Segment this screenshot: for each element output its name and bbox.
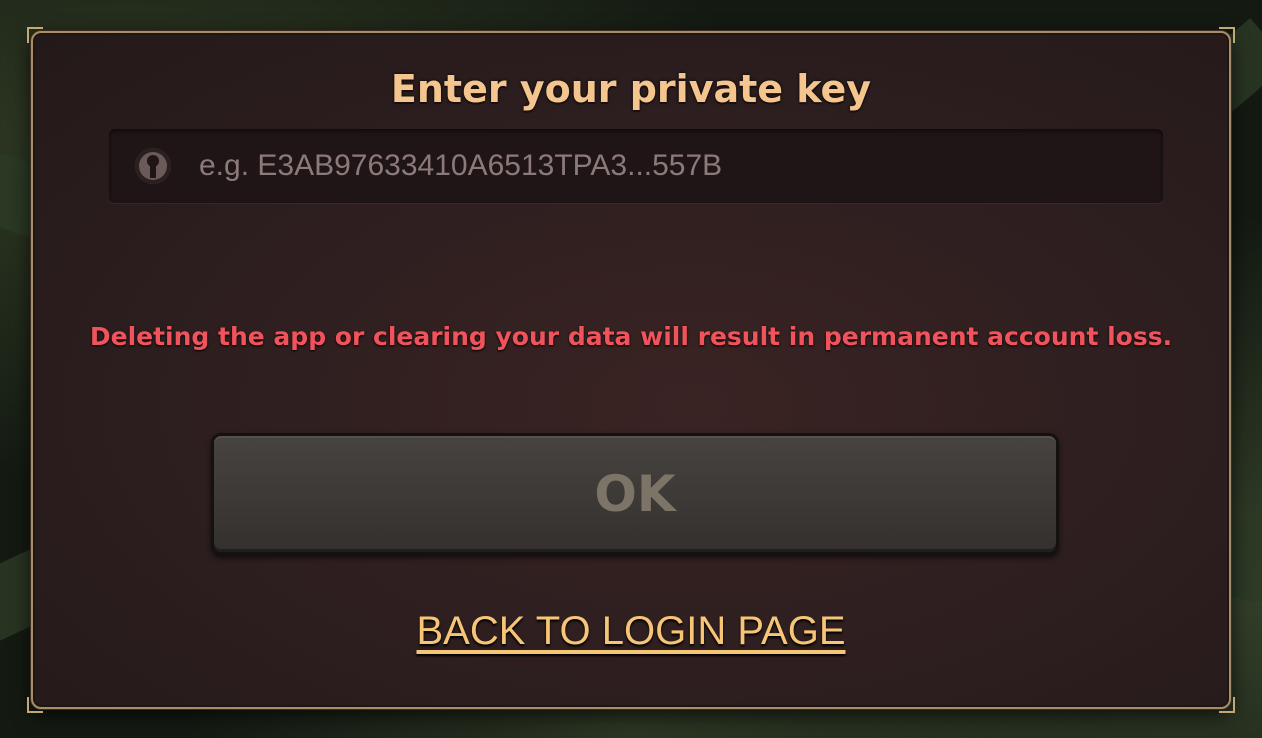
game-background: Enter your private key Deleting the app … — [0, 0, 1262, 738]
dialog-title: Enter your private key — [390, 67, 872, 111]
private-key-input[interactable] — [197, 148, 1101, 184]
keyhole-icon — [135, 148, 171, 184]
frame-corner — [1219, 27, 1235, 43]
private-key-dialog: Enter your private key Deleting the app … — [27, 27, 1235, 713]
account-loss-warning: Deleting the app or clearing your data w… — [89, 322, 1173, 351]
ok-button-label: OK — [594, 465, 676, 523]
frame-corner — [1219, 697, 1235, 713]
private-key-field[interactable] — [109, 129, 1163, 203]
frame-corner — [27, 27, 43, 43]
back-to-login-link[interactable]: BACK TO LOGIN PAGE — [416, 609, 845, 653]
frame-corner — [27, 697, 43, 713]
back-to-login-container: BACK TO LOGIN PAGE — [33, 609, 1229, 654]
ok-button[interactable]: OK — [211, 433, 1059, 555]
